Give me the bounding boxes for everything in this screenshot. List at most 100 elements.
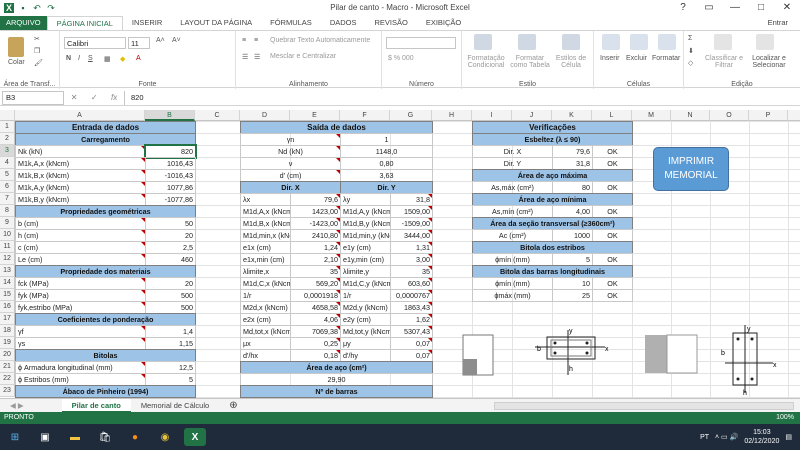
column-header-h[interactable]: H <box>432 110 472 121</box>
delete-cells-icon[interactable] <box>630 34 648 50</box>
column-header-d[interactable]: D <box>240 110 290 121</box>
store-icon[interactable]: 🛍 <box>94 428 116 446</box>
currency-icon[interactable]: $ % 000 <box>388 55 414 62</box>
row-header-10[interactable]: 10 <box>0 229 15 241</box>
row-header-3[interactable]: 3 <box>0 145 15 157</box>
column-header-a[interactable]: A <box>15 110 145 121</box>
tab-data[interactable]: DADOS <box>321 16 366 30</box>
font-color-icon[interactable]: A <box>136 55 141 62</box>
delete-cells-button[interactable]: Excluir <box>626 55 647 62</box>
horizontal-scrollbar[interactable] <box>494 401 794 410</box>
row-header-11[interactable]: 11 <box>0 241 15 253</box>
row-header-13[interactable]: 13 <box>0 265 15 277</box>
row-header-2[interactable]: 2 <box>0 133 15 145</box>
row-header-9[interactable]: 9 <box>0 217 15 229</box>
help-icon[interactable]: ? <box>670 0 696 16</box>
shrink-font-icon[interactable]: A˅ <box>172 37 181 44</box>
format-table-icon[interactable] <box>518 34 536 50</box>
file-explorer-icon[interactable]: ▬ <box>64 428 86 446</box>
insert-cells-icon[interactable] <box>602 34 620 50</box>
merge-center-button[interactable]: Mesclar e Centralizar <box>270 53 336 60</box>
row-header-19[interactable]: 19 <box>0 337 15 349</box>
number-format-select[interactable] <box>386 37 456 49</box>
clock[interactable]: 15:03 02/12/2020 <box>744 428 779 446</box>
row-header-23[interactable]: 23 <box>0 385 15 397</box>
print-memorial-button[interactable]: IMPRIMIR MEMORIAL <box>653 147 729 191</box>
row-header-5[interactable]: 5 <box>0 169 15 181</box>
row-header-7[interactable]: 7 <box>0 193 15 205</box>
firefox-icon[interactable]: ● <box>124 428 146 446</box>
row-header-15[interactable]: 15 <box>0 289 15 301</box>
column-header-n[interactable]: N <box>671 110 710 121</box>
align-top-icon[interactable]: ≡ <box>242 37 246 44</box>
column-header-o[interactable]: O <box>710 110 749 121</box>
row-header-20[interactable]: 20 <box>0 349 15 361</box>
sheet-tab-pilar[interactable]: Pilar de canto <box>61 398 131 413</box>
tab-file[interactable]: ARQUIVO <box>0 16 47 30</box>
sheet-tab-memorial[interactable]: Memorial de Cálculo <box>131 399 219 413</box>
format-painter-icon[interactable]: 🖌 <box>34 59 43 67</box>
align-left-icon[interactable]: ☰ <box>242 53 248 61</box>
tab-insert[interactable]: INSERIR <box>123 16 171 30</box>
italic-icon[interactable]: I <box>78 55 80 62</box>
row-header-1[interactable]: 1 <box>0 121 15 133</box>
cancel-icon[interactable]: ✕ <box>71 93 78 102</box>
paste-icon[interactable] <box>8 37 24 57</box>
column-header-c[interactable]: C <box>195 110 240 121</box>
sort-filter-icon[interactable] <box>714 34 732 50</box>
cell-styles-button[interactable]: Estilos de Célula <box>554 55 588 69</box>
column-header-p[interactable]: P <box>749 110 788 121</box>
format-cells-icon[interactable] <box>658 34 676 50</box>
tab-home[interactable]: PÁGINA INICIAL <box>46 16 123 30</box>
task-view-icon[interactable]: ▣ <box>34 428 56 446</box>
maximize-icon[interactable]: □ <box>748 0 774 16</box>
column-header-m[interactable]: M <box>632 110 671 121</box>
tray-icons[interactable]: ˄ ▭ 🔊 <box>715 433 738 441</box>
find-select-icon[interactable] <box>756 34 774 50</box>
column-header-q[interactable]: Q <box>788 110 800 121</box>
borders-icon[interactable]: ▦ <box>104 55 111 63</box>
insert-cells-button[interactable]: Inserir <box>600 55 619 62</box>
redo-icon[interactable]: ↷ <box>46 3 56 13</box>
close-icon[interactable]: ✕ <box>774 0 800 16</box>
excel-taskbar-icon[interactable]: X <box>184 428 206 446</box>
tab-page-layout[interactable]: LAYOUT DA PÁGINA <box>171 16 261 30</box>
chrome-icon[interactable]: ◉ <box>154 428 176 446</box>
find-select-button[interactable]: Localizar e Selecionar <box>746 55 792 69</box>
tab-formulas[interactable]: FÓRMULAS <box>261 16 321 30</box>
bold-icon[interactable]: N <box>66 55 71 62</box>
column-header-e[interactable]: E <box>290 110 340 121</box>
save-icon[interactable]: ▪ <box>18 3 28 13</box>
language-indicator[interactable]: PT <box>700 434 709 441</box>
wrap-text-button[interactable]: Quebrar Texto Automaticamente <box>270 37 370 44</box>
align-middle-icon[interactable]: ≡ <box>254 37 258 44</box>
sign-in-link[interactable]: Entrar <box>759 16 800 30</box>
new-sheet-icon[interactable]: ⊕ <box>219 399 247 413</box>
clear-icon[interactable]: ◇ <box>688 59 693 67</box>
column-header-l[interactable]: L <box>592 110 632 121</box>
column-header-j[interactable]: J <box>512 110 552 121</box>
row-header-16[interactable]: 16 <box>0 301 15 313</box>
underline-icon[interactable]: S <box>88 55 93 62</box>
worksheet-grid[interactable]: ABCDEFGHIJKLMNOPQ 1234567891011121314151… <box>0 110 800 398</box>
row-header-14[interactable]: 14 <box>0 277 15 289</box>
row-header-18[interactable]: 18 <box>0 325 15 337</box>
row-header-4[interactable]: 4 <box>0 157 15 169</box>
copy-icon[interactable]: ❐ <box>34 47 40 55</box>
select-all-corner[interactable] <box>0 110 15 121</box>
paste-button[interactable]: Colar <box>8 59 25 66</box>
row-header-6[interactable]: 6 <box>0 181 15 193</box>
row-header-17[interactable]: 17 <box>0 313 15 325</box>
fill-icon[interactable]: ⬇ <box>688 47 694 55</box>
column-header-k[interactable]: K <box>552 110 592 121</box>
font-size-select[interactable]: 11 <box>128 37 150 49</box>
row-header-12[interactable]: 12 <box>0 253 15 265</box>
sort-filter-button[interactable]: Classificar e Filtrar <box>704 55 744 69</box>
format-cells-button[interactable]: Formatar <box>652 55 680 62</box>
name-box[interactable]: B3 <box>2 90 64 105</box>
column-header-b[interactable]: B <box>145 110 195 121</box>
insert-function-icon[interactable]: fx <box>111 93 117 102</box>
format-table-button[interactable]: Formatar como Tabela <box>508 55 552 69</box>
conditional-format-button[interactable]: Formatação Condicional <box>466 55 506 69</box>
column-header-i[interactable]: I <box>472 110 512 121</box>
